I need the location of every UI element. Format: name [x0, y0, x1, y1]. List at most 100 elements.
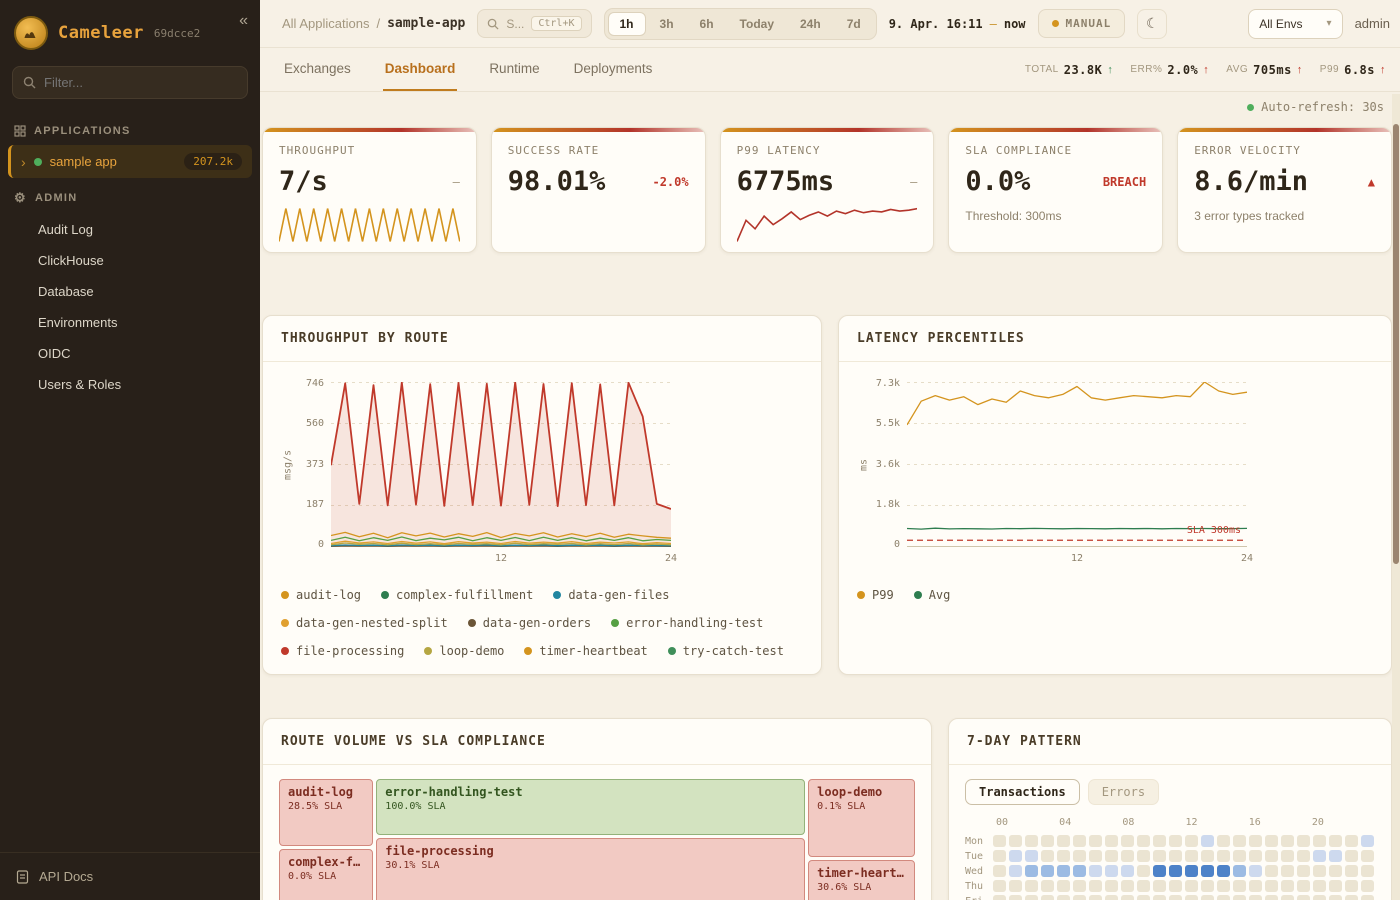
treemap-cell-complex-fulfillment[interactable]: complex-fulfillment0.0% SLA	[279, 849, 373, 900]
legend-item-avg[interactable]: Avg	[914, 588, 951, 602]
treemap-cell-audit-log[interactable]: audit-log28.5% SLA	[279, 779, 373, 846]
heatmap-cell[interactable]	[1153, 895, 1166, 900]
legend-item-file-processing[interactable]: file-processing	[281, 644, 404, 658]
time-range-3h[interactable]: 3h	[648, 12, 686, 36]
sidebar-item-environments[interactable]: Environments	[0, 307, 260, 338]
heatmap-cell[interactable]	[1313, 850, 1326, 862]
tab-dashboard[interactable]: Dashboard	[383, 48, 458, 91]
heatmap-cell[interactable]	[993, 880, 1006, 892]
heatmap-toggle-errors[interactable]: Errors	[1088, 779, 1159, 805]
heatmap-cell[interactable]	[1137, 880, 1150, 892]
treemap-cell-file-processing[interactable]: file-processing30.1% SLA	[376, 838, 805, 900]
heatmap-cell[interactable]	[1009, 850, 1022, 862]
legend-item-audit-log[interactable]: audit-log	[281, 588, 361, 602]
heatmap-cell[interactable]	[1041, 880, 1054, 892]
heatmap-cell[interactable]	[1089, 835, 1102, 847]
heatmap-cell[interactable]	[1105, 895, 1118, 900]
heatmap-cell[interactable]	[1217, 835, 1230, 847]
heatmap-cell[interactable]	[1057, 865, 1070, 877]
heatmap-cell[interactable]	[1073, 880, 1086, 892]
sidebar-item-oidc[interactable]: OIDC	[0, 338, 260, 369]
heatmap-cell[interactable]	[1073, 895, 1086, 900]
heatmap-cell[interactable]	[1169, 835, 1182, 847]
heatmap-cell[interactable]	[1297, 835, 1310, 847]
heatmap-cell[interactable]	[1201, 865, 1214, 877]
heatmap-cell[interactable]	[993, 895, 1006, 900]
heatmap-cell[interactable]	[1041, 850, 1054, 862]
global-search[interactable]: S... Ctrl+K	[477, 9, 591, 38]
vertical-scrollbar[interactable]	[1392, 94, 1400, 900]
scrollbar-thumb[interactable]	[1393, 124, 1399, 564]
sidebar-item-sample-app[interactable]: › sample app 207.2k	[8, 145, 252, 178]
heatmap-cell[interactable]	[1073, 850, 1086, 862]
breadcrumb-root[interactable]: All Applications	[282, 16, 369, 31]
heatmap-cell[interactable]	[1105, 850, 1118, 862]
heatmap-cell[interactable]	[1329, 865, 1342, 877]
time-range-6h[interactable]: 6h	[688, 12, 726, 36]
manual-refresh-button[interactable]: MANUAL	[1038, 9, 1126, 38]
heatmap-cell[interactable]	[1361, 895, 1374, 900]
heatmap-cell[interactable]	[1233, 850, 1246, 862]
legend-item-data-gen-files[interactable]: data-gen-files	[553, 588, 669, 602]
heatmap-cell[interactable]	[1153, 835, 1166, 847]
heatmap-cell[interactable]	[1217, 865, 1230, 877]
heatmap-cell[interactable]	[1025, 835, 1038, 847]
heatmap-cell[interactable]	[1041, 895, 1054, 900]
heatmap-cell[interactable]	[1105, 835, 1118, 847]
heatmap-cell[interactable]	[1313, 880, 1326, 892]
heatmap-cell[interactable]	[1153, 865, 1166, 877]
heatmap-cell[interactable]	[1329, 850, 1342, 862]
legend-item-complex-fulfillment[interactable]: complex-fulfillment	[381, 588, 533, 602]
heatmap-cell[interactable]	[1137, 850, 1150, 862]
heatmap-cell[interactable]	[1233, 880, 1246, 892]
heatmap-cell[interactable]	[1249, 880, 1262, 892]
heatmap-cell[interactable]	[1217, 895, 1230, 900]
heatmap-cell[interactable]	[1361, 850, 1374, 862]
heatmap-cell[interactable]	[1089, 850, 1102, 862]
legend-item-error-handling-test[interactable]: error-handling-test	[611, 616, 763, 630]
sidebar-item-users-roles[interactable]: Users & Roles	[0, 369, 260, 400]
heatmap-cell[interactable]	[1089, 880, 1102, 892]
heatmap-cell[interactable]	[1025, 880, 1038, 892]
heatmap-cell[interactable]	[1057, 835, 1070, 847]
heatmap-cell[interactable]	[1153, 850, 1166, 862]
heatmap-cell[interactable]	[1137, 835, 1150, 847]
heatmap-cell[interactable]	[1345, 880, 1358, 892]
heatmap-cell[interactable]	[1297, 895, 1310, 900]
heatmap-cell[interactable]	[1201, 850, 1214, 862]
heatmap-cell[interactable]	[1233, 895, 1246, 900]
heatmap-cell[interactable]	[1201, 895, 1214, 900]
heatmap-cell[interactable]	[1185, 850, 1198, 862]
heatmap-cell[interactable]	[1265, 865, 1278, 877]
heatmap-cell[interactable]	[1185, 895, 1198, 900]
heatmap-cell[interactable]	[1105, 865, 1118, 877]
heatmap-cell[interactable]	[1249, 835, 1262, 847]
time-range-7d[interactable]: 7d	[835, 12, 873, 36]
heatmap-cell[interactable]	[1025, 895, 1038, 900]
heatmap-cell[interactable]	[1137, 865, 1150, 877]
heatmap-cell[interactable]	[1265, 850, 1278, 862]
heatmap-cell[interactable]	[1121, 880, 1134, 892]
heatmap-cell[interactable]	[1281, 850, 1294, 862]
heatmap-cell[interactable]	[1265, 835, 1278, 847]
sidebar-item-audit-log[interactable]: Audit Log	[0, 214, 260, 245]
heatmap-cell[interactable]	[1281, 865, 1294, 877]
heatmap-cell[interactable]	[1233, 835, 1246, 847]
heatmap-cell[interactable]	[1009, 880, 1022, 892]
heatmap-cell[interactable]	[1185, 880, 1198, 892]
heatmap-cell[interactable]	[1265, 895, 1278, 900]
heatmap-cell[interactable]	[1313, 865, 1326, 877]
heatmap-cell[interactable]	[1345, 895, 1358, 900]
heatmap-cell[interactable]	[1121, 850, 1134, 862]
heatmap-cell[interactable]	[1025, 865, 1038, 877]
heatmap-cell[interactable]	[1169, 850, 1182, 862]
heatmap-cell[interactable]	[1041, 865, 1054, 877]
heatmap-cell[interactable]	[1361, 880, 1374, 892]
heatmap-cell[interactable]	[1249, 865, 1262, 877]
filter-input[interactable]	[44, 75, 237, 90]
heatmap-cell[interactable]	[1313, 895, 1326, 900]
heatmap-cell[interactable]	[1329, 835, 1342, 847]
heatmap-cell[interactable]	[1025, 850, 1038, 862]
username[interactable]: admin	[1355, 16, 1392, 31]
time-range-24h[interactable]: 24h	[788, 12, 833, 36]
